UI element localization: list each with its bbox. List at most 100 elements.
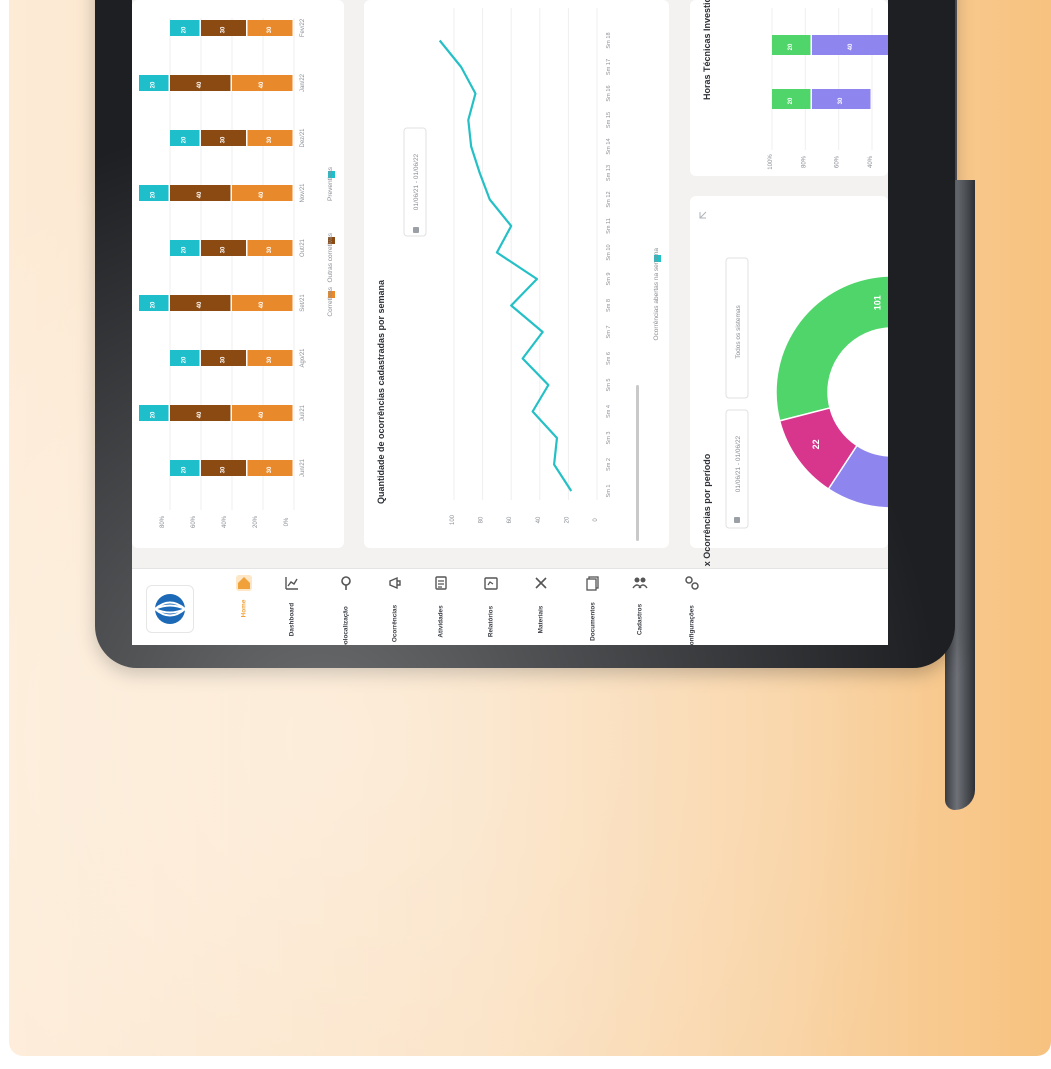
sidebar-item-configuracoes[interactable]: Configurações bbox=[665, 575, 719, 645]
gears-icon bbox=[684, 575, 700, 591]
x-tick-label: Sm 18 bbox=[606, 32, 612, 48]
sidebar-item-geolocalizacao[interactable]: Geolocalização bbox=[319, 575, 373, 645]
app-logo[interactable] bbox=[146, 585, 194, 633]
bar-value-label: 20 bbox=[151, 301, 157, 308]
y-tick-label: 40% bbox=[222, 515, 228, 528]
bar-value-label: 30 bbox=[220, 466, 226, 473]
sidebar-item-label: Relatórios bbox=[487, 605, 495, 638]
y-tick-label: 0% bbox=[284, 517, 290, 526]
tablet-button bbox=[948, 0, 957, 185]
x-tick-label: Nov/21 bbox=[300, 183, 306, 203]
x-tick-label: Jan/22 bbox=[300, 73, 306, 92]
bar-value-label: 20 bbox=[788, 97, 794, 104]
date-range-label: 01/06/21 - 01/06/22 bbox=[413, 153, 420, 210]
sidebar-item-dashboard[interactable]: Dashboard bbox=[265, 575, 319, 645]
y-tick-label: 60 bbox=[507, 516, 513, 523]
x-tick-label: Sm 7 bbox=[606, 325, 612, 338]
y-tick-label: 40% bbox=[868, 155, 874, 168]
tablet-edge bbox=[945, 180, 975, 810]
sidebar-item-atividades[interactable]: Atividades bbox=[414, 575, 468, 645]
bar-value-label: 30 bbox=[220, 136, 226, 143]
report-icon bbox=[483, 575, 499, 591]
x-tick-label: Sm 5 bbox=[606, 378, 612, 391]
hours-card-title: Horas Técnicas Investidas - Ativi bbox=[702, 0, 712, 100]
donut-value-label: 101 bbox=[873, 295, 883, 310]
legend-label: Preventivas bbox=[327, 166, 334, 201]
bar-value-label: 40 bbox=[259, 301, 265, 308]
y-tick-label: 80 bbox=[479, 516, 485, 523]
sidebar-item-label: Dashboard bbox=[288, 602, 296, 637]
bar-value-label: 20 bbox=[182, 26, 188, 33]
x-tick-label: Sm 9 bbox=[606, 272, 612, 285]
x-tick-label: Sm 4 bbox=[606, 405, 612, 418]
location-pin-icon bbox=[338, 575, 354, 591]
sidebar-item-label: Geolocalização bbox=[342, 606, 350, 645]
bar-value-label: 40 bbox=[197, 81, 203, 88]
x-tick-label: Sm 11 bbox=[606, 218, 612, 234]
logo-icon bbox=[154, 594, 186, 624]
x-tick-label: Fev/22 bbox=[300, 18, 306, 37]
sidebar-item-cadastros[interactable]: Cadastros bbox=[613, 575, 667, 645]
megaphone-icon bbox=[387, 575, 403, 591]
bar-value-label: 30 bbox=[220, 356, 226, 363]
sidebar-item-relatorios[interactable]: Relatórios bbox=[464, 575, 518, 645]
legend-label: Corretivas bbox=[327, 286, 334, 316]
sidebar-item-home[interactable]: Home bbox=[217, 575, 271, 645]
bar-value-label: 40 bbox=[259, 81, 265, 88]
home-icon bbox=[236, 575, 252, 591]
x-tick-label: Sm 6 bbox=[606, 352, 612, 365]
hours-card bbox=[690, 0, 888, 176]
bar-value-label: 20 bbox=[182, 356, 188, 363]
bar-value-label: 30 bbox=[267, 246, 273, 253]
sidebar-item-label: Cadastros bbox=[636, 603, 644, 636]
bar-value-label: 30 bbox=[267, 466, 273, 473]
weekly-card bbox=[364, 0, 669, 548]
sidebar: Home Dashboard Geolocalização Ocorrências At… bbox=[132, 568, 888, 645]
bar-value-label: 30 bbox=[267, 26, 273, 33]
x-tick-label: Sm 10 bbox=[606, 244, 612, 260]
y-tick-label: 100% bbox=[768, 154, 774, 170]
bar-value-label: 40 bbox=[197, 301, 203, 308]
tablet-screen: 0% 20% 40% 60% 80% 30 30 20 Jun/21 40 40 20 Jul/21 30… bbox=[132, 0, 888, 645]
x-tick-label: Sm 14 bbox=[606, 138, 612, 154]
bar-value-label: 30 bbox=[838, 97, 844, 104]
bar-value-label: 40 bbox=[259, 411, 265, 418]
bar-value-label: 20 bbox=[182, 466, 188, 473]
x-tick-label: Sm 8 bbox=[606, 299, 612, 312]
x-tick-label: Ago/21 bbox=[300, 348, 306, 368]
clipboard-icon bbox=[433, 575, 449, 591]
bar-value-label: 20 bbox=[788, 43, 794, 50]
bar-value-label: 40 bbox=[259, 191, 265, 198]
y-tick-label: 40 bbox=[536, 516, 542, 523]
y-tick-label: 20% bbox=[253, 515, 259, 528]
x-tick-label: Jul/21 bbox=[300, 404, 306, 421]
bar-value-label: 20 bbox=[151, 411, 157, 418]
calendar-icon bbox=[413, 227, 419, 233]
bar-value-label: 20 bbox=[151, 191, 157, 198]
dashboard-charts: 0% 20% 40% 60% 80% 30 30 20 Jun/21 40 40 20 Jul/21 30… bbox=[132, 0, 888, 568]
sidebar-item-materiais[interactable]: Materiais bbox=[514, 575, 568, 645]
y-tick-label: 80% bbox=[160, 515, 166, 528]
y-tick-label: 60% bbox=[835, 155, 841, 168]
donut-card-title: Atividades x Ocorrências por período bbox=[702, 453, 712, 568]
x-tick-label: Sm 3 bbox=[606, 431, 612, 444]
bar-value-label: 40 bbox=[197, 191, 203, 198]
sidebar-item-label: Home bbox=[240, 600, 248, 618]
bar-value-label: 40 bbox=[848, 43, 854, 50]
chart-icon bbox=[284, 575, 300, 591]
people-icon bbox=[632, 575, 648, 591]
calendar-icon bbox=[734, 517, 740, 523]
bar-value-label: 30 bbox=[220, 246, 226, 253]
sidebar-item-documentos[interactable]: Documentos bbox=[566, 575, 620, 645]
sidebar-item-label: Ocorrências bbox=[391, 604, 399, 643]
tools-icon bbox=[533, 575, 549, 591]
bar-value-label: 30 bbox=[267, 356, 273, 363]
y-tick-label: 20 bbox=[564, 516, 570, 523]
x-tick-label: Sm 1 bbox=[606, 484, 612, 497]
legend-label: Ocorrências abertas na semana bbox=[653, 248, 660, 341]
legend-label: Outras corretivas bbox=[327, 232, 334, 282]
bar-value-label: 40 bbox=[197, 411, 203, 418]
bar-value-label: 20 bbox=[151, 81, 157, 88]
y-tick-label: 80% bbox=[801, 155, 807, 168]
system-filter-label: Todos os sistemas bbox=[735, 305, 742, 359]
